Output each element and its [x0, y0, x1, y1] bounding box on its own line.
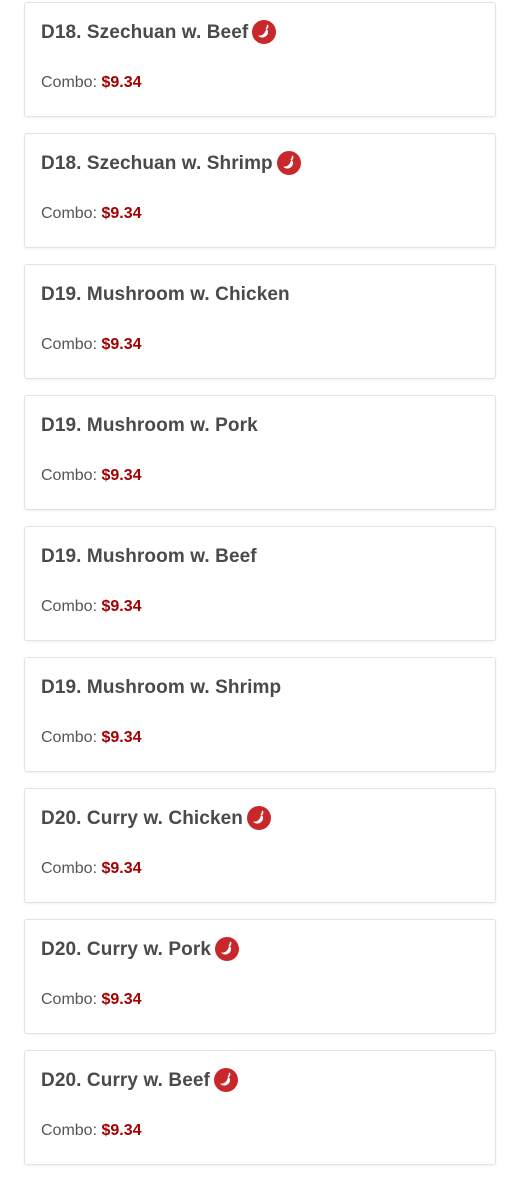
combo-price-row: Combo: $9.34 — [41, 598, 142, 616]
menu-item-list: D18. Szechuan w. Beef Combo: $9.34 D18. … — [24, 2, 496, 1181]
combo-price-row: Combo: $9.34 — [41, 860, 142, 878]
menu-item-name: D19. Mushroom w. Chicken — [41, 284, 290, 305]
menu-item-card[interactable]: D18. Szechuan w. Shrimp Combo: $9.34 — [24, 133, 496, 248]
menu-item-name: D20. Curry w. Chicken — [41, 808, 244, 829]
menu-item-title-row: D20. Curry w. Chicken — [41, 805, 272, 833]
menu-item-card[interactable]: D18. Szechuan w. Beef Combo: $9.34 — [24, 2, 496, 117]
combo-price: $9.34 — [101, 74, 142, 91]
combo-price: $9.34 — [101, 729, 142, 746]
combo-label: Combo: — [41, 336, 102, 353]
combo-price: $9.34 — [101, 991, 142, 1008]
chili-pepper-icon — [247, 806, 272, 830]
combo-label: Combo: — [41, 598, 102, 615]
chili-pepper-icon — [214, 1068, 238, 1092]
menu-item-title-row: D19. Mushroom w. Beef — [41, 543, 257, 571]
menu-item-name: D18. Szechuan w. Beef — [41, 22, 249, 43]
combo-label: Combo: — [41, 467, 102, 484]
chili-pepper-icon — [215, 937, 240, 961]
menu-item-card[interactable]: D19. Mushroom w. Chicken Combo: $9.34 — [24, 264, 496, 379]
menu-item-title-row: D19. Mushroom w. Chicken — [41, 281, 290, 309]
menu-item-title-row: D20. Curry w. Pork — [41, 936, 240, 964]
combo-price-row: Combo: $9.34 — [41, 336, 142, 354]
combo-label: Combo: — [41, 205, 102, 222]
combo-price: $9.34 — [101, 598, 142, 615]
menu-item-card[interactable]: D20. Curry w. Chicken Combo: $9.34 — [24, 788, 496, 903]
combo-price-row: Combo: $9.34 — [41, 991, 142, 1009]
menu-item-title-row: D20. Curry w. Beef — [41, 1067, 238, 1095]
menu-item-name: D19. Mushroom w. Shrimp — [41, 677, 282, 698]
combo-price-row: Combo: $9.34 — [41, 1122, 142, 1140]
menu-item-card[interactable]: D19. Mushroom w. Pork Combo: $9.34 — [24, 395, 496, 510]
combo-price: $9.34 — [101, 860, 142, 877]
menu-item-name: D18. Szechuan w. Shrimp — [41, 153, 273, 174]
chili-pepper-icon — [276, 151, 301, 175]
menu-item-card[interactable]: D19. Mushroom w. Beef Combo: $9.34 — [24, 526, 496, 641]
combo-price-row: Combo: $9.34 — [41, 467, 142, 485]
menu-item-card[interactable]: D19. Mushroom w. Shrimp Combo: $9.34 — [24, 657, 496, 772]
combo-price: $9.34 — [101, 336, 142, 353]
combo-price-row: Combo: $9.34 — [41, 729, 142, 747]
combo-label: Combo: — [41, 991, 102, 1008]
chili-pepper-icon — [252, 20, 277, 44]
menu-item-name: D20. Curry w. Pork — [41, 939, 212, 960]
combo-price: $9.34 — [101, 205, 142, 222]
menu-item-title-row: D18. Szechuan w. Shrimp — [41, 150, 301, 178]
combo-label: Combo: — [41, 1122, 102, 1139]
menu-item-name: D19. Mushroom w. Pork — [41, 415, 258, 436]
combo-label: Combo: — [41, 729, 102, 746]
combo-label: Combo: — [41, 74, 102, 91]
menu-item-card[interactable]: D20. Curry w. Beef Combo: $9.34 — [24, 1050, 496, 1165]
combo-price-row: Combo: $9.34 — [41, 205, 142, 223]
menu-item-title-row: D19. Mushroom w. Shrimp — [41, 674, 281, 702]
menu-item-card[interactable]: D20. Curry w. Pork Combo: $9.34 — [24, 919, 496, 1034]
combo-label: Combo: — [41, 860, 102, 877]
menu-item-title-row: D19. Mushroom w. Pork — [41, 412, 258, 440]
combo-price: $9.34 — [101, 1122, 142, 1139]
menu-item-name: D20. Curry w. Beef — [41, 1070, 210, 1091]
menu-item-name: D19. Mushroom w. Beef — [41, 546, 257, 567]
menu-item-title-row: D18. Szechuan w. Beef — [41, 19, 277, 47]
combo-price: $9.34 — [101, 467, 142, 484]
combo-price-row: Combo: $9.34 — [41, 74, 142, 92]
